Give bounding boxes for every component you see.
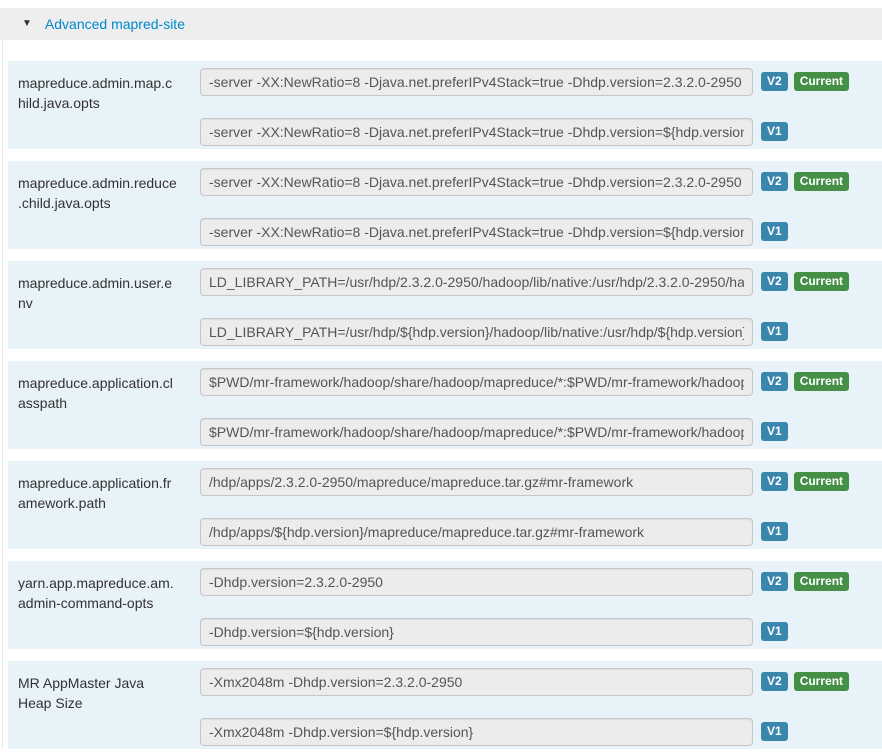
v1-badge: V1	[761, 522, 788, 541]
property-values: V2 Current V1	[200, 468, 882, 549]
v2-value-input[interactable]	[200, 368, 753, 396]
v1-value-input[interactable]	[200, 318, 753, 346]
v2-value-line: V2 Current	[200, 468, 882, 496]
v1-value-line: V1	[200, 518, 882, 546]
v2-value-input[interactable]	[200, 268, 753, 296]
property-values: V2 Current V1	[200, 268, 882, 349]
v1-value-input[interactable]	[200, 618, 753, 646]
v1-value-input[interactable]	[200, 418, 753, 446]
v2-badge: V2	[761, 372, 788, 391]
v2-value-input[interactable]	[200, 568, 753, 596]
v1-value-line: V1	[200, 618, 882, 646]
property-name: MR AppMaster Java Heap Size	[18, 668, 200, 749]
current-badge: Current	[794, 572, 849, 591]
config-row: yarn.app.mapreduce.am.admin-command-opts…	[8, 561, 882, 649]
v2-badge: V2	[761, 272, 788, 291]
v2-value-input[interactable]	[200, 68, 753, 96]
section-title-link[interactable]: Advanced mapred-site	[45, 16, 185, 32]
caret-down-icon[interactable]: ▼	[22, 19, 32, 29]
config-row: mapreduce.admin.user.env V2 Current V1	[8, 261, 882, 349]
v1-value-line: V1	[200, 318, 882, 346]
v2-value-line: V2 Current	[200, 368, 882, 396]
current-badge: Current	[794, 372, 849, 391]
property-values: V2 Current V1	[200, 168, 882, 249]
v1-value-line: V1	[200, 418, 882, 446]
v1-badge: V1	[761, 422, 788, 441]
v1-badge: V1	[761, 322, 788, 341]
v1-value-input[interactable]	[200, 718, 753, 746]
current-badge: Current	[794, 472, 849, 491]
v2-badge: V2	[761, 672, 788, 691]
property-name: mapreduce.application.classpath	[18, 368, 200, 449]
section-header-advanced-mapred-site[interactable]: ▼ Advanced mapred-site	[0, 8, 882, 40]
v1-value-line: V1	[200, 718, 882, 746]
v2-value-input[interactable]	[200, 668, 753, 696]
current-badge: Current	[794, 672, 849, 691]
v2-badge: V2	[761, 172, 788, 191]
config-row: mapreduce.application.framework.path V2 …	[8, 461, 882, 549]
v2-value-input[interactable]	[200, 468, 753, 496]
v2-badge: V2	[761, 472, 788, 491]
property-values: V2 Current V1	[200, 368, 882, 449]
v1-badge: V1	[761, 722, 788, 741]
config-row: mapreduce.admin.map.child.java.opts V2 C…	[8, 61, 882, 149]
v1-value-line: V1	[200, 218, 882, 246]
v1-value-input[interactable]	[200, 118, 753, 146]
property-name: mapreduce.application.framework.path	[18, 468, 200, 549]
property-values: V2 Current V1	[200, 668, 882, 749]
v1-value-input[interactable]	[200, 518, 753, 546]
v1-badge: V1	[761, 222, 788, 241]
property-values: V2 Current V1	[200, 68, 882, 149]
v2-value-line: V2 Current	[200, 668, 882, 696]
config-compare-page: ▼ Advanced mapred-site mapreduce.admin.m…	[0, 8, 882, 755]
v2-value-line: V2 Current	[200, 268, 882, 296]
property-name: mapreduce.admin.user.env	[18, 268, 200, 349]
v1-badge: V1	[761, 622, 788, 641]
current-badge: Current	[794, 172, 849, 191]
current-badge: Current	[794, 72, 849, 91]
v1-value-input[interactable]	[200, 218, 753, 246]
property-name: mapreduce.admin.map.child.java.opts	[18, 68, 200, 149]
v1-badge: V1	[761, 122, 788, 141]
property-name: mapreduce.admin.reduce.child.java.opts	[18, 168, 200, 249]
v2-value-line: V2 Current	[200, 168, 882, 196]
section-body: mapreduce.admin.map.child.java.opts V2 C…	[2, 40, 882, 749]
config-row: MR AppMaster Java Heap Size V2 Current V…	[8, 661, 882, 749]
property-name: yarn.app.mapreduce.am.admin-command-opts	[18, 568, 200, 649]
config-row: mapreduce.application.classpath V2 Curre…	[8, 361, 882, 449]
v2-badge: V2	[761, 72, 788, 91]
v2-value-line: V2 Current	[200, 68, 882, 96]
property-values: V2 Current V1	[200, 568, 882, 649]
v2-badge: V2	[761, 572, 788, 591]
v2-value-line: V2 Current	[200, 568, 882, 596]
v1-value-line: V1	[200, 118, 882, 146]
current-badge: Current	[794, 272, 849, 291]
config-row: mapreduce.admin.reduce.child.java.opts V…	[8, 161, 882, 249]
v2-value-input[interactable]	[200, 168, 753, 196]
